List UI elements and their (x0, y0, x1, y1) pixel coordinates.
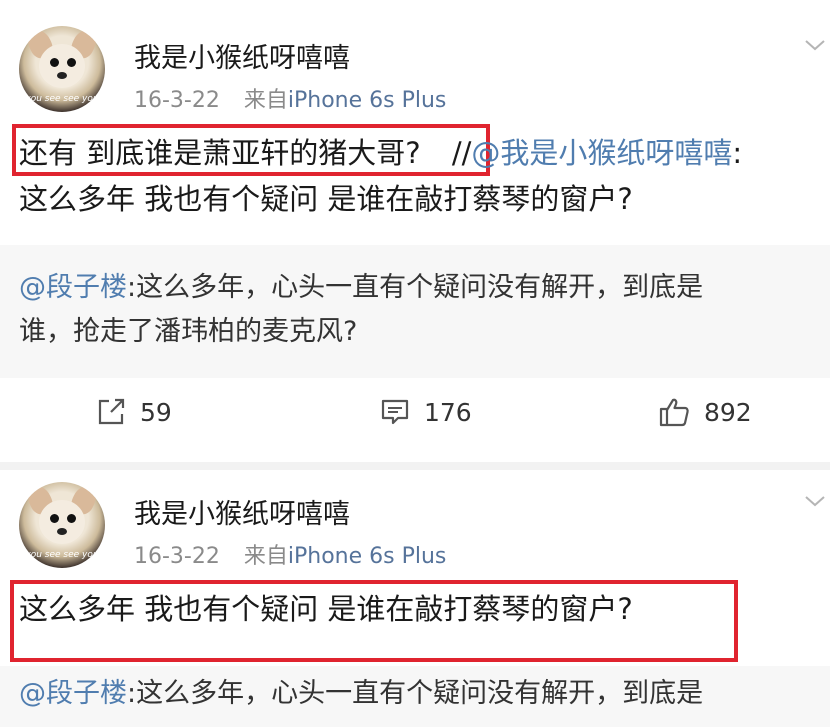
avatar-dog-eye (50, 58, 59, 67)
comment-icon (381, 399, 409, 425)
avatar-caption: you see see you (25, 94, 99, 104)
comment-count: 176 (424, 397, 472, 427)
original-post-line-2: 谁，抢走了潘玮柏的麦克风? (19, 316, 358, 347)
original-post-text: :这么多年，心头一直有个疑问没有解开，到底是 (127, 272, 704, 303)
repost-button[interactable]: 59 (96, 385, 172, 439)
chevron-down-icon[interactable] (804, 38, 826, 52)
mention-link[interactable]: @我是小猴纸呀嘻嘻 (471, 136, 732, 170)
avatar-dog-face (39, 44, 85, 88)
post-meta: 16-3-22 来自iPhone 6s Plus (134, 82, 446, 114)
username[interactable]: 我是小猴纸呀嘻嘻 (134, 492, 350, 531)
username[interactable]: 我是小猴纸呀嘻嘻 (134, 36, 350, 75)
thumbs-up-icon (659, 398, 689, 427)
repost-count: 59 (140, 397, 172, 427)
avatar-dog-eye (50, 514, 59, 523)
original-post-line-1: @段子楼:这么多年，心头一直有个疑问没有解开，到底是 (19, 672, 819, 716)
post-source-prefix: 来自 (243, 88, 288, 113)
avatar-dog-eye (67, 514, 76, 523)
original-post-line-1: @段子楼:这么多年，心头一直有个疑问没有解开，到底是 (19, 266, 819, 310)
comment-button[interactable]: 176 (380, 385, 472, 439)
like-button[interactable]: 892 (658, 385, 752, 439)
post-body-line-1: 还有 到底谁是萧亚轩的猪大哥? //@我是小猴纸呀嘻嘻: (19, 130, 819, 176)
original-post-text: :这么多年，心头一直有个疑问没有解开，到底是 (127, 678, 704, 709)
avatar-dog-face (39, 500, 85, 544)
avatar-dog-nose (57, 72, 67, 79)
post-divider (0, 462, 830, 470)
chevron-down-icon[interactable] (804, 494, 826, 508)
avatar-dog-nose (57, 528, 67, 535)
avatar-caption: you see see you (25, 550, 99, 560)
weibo-post: you see see you 我是小猴纸呀嘻嘻 16-3-22 来自iPhon… (0, 0, 830, 462)
post-body-text: 这么多年 我也有个疑问 是谁在敲打蔡琴的窗户? (19, 592, 633, 626)
original-post-block[interactable]: @段子楼:这么多年，心头一直有个疑问没有解开，到底是 谁，抢走了潘玮柏的麦克风? (0, 245, 830, 378)
user-avatar[interactable]: you see see you (19, 26, 105, 112)
post-source[interactable]: iPhone 6s Plus (288, 544, 447, 569)
post-body-line-2: 这么多年 我也有个疑问 是谁在敲打蔡琴的窗户? (19, 182, 633, 216)
post-date: 16-3-22 (134, 544, 220, 569)
original-author-mention[interactable]: @段子楼 (19, 272, 127, 303)
original-post-block[interactable]: @段子楼:这么多年，心头一直有个疑问没有解开，到底是 (0, 666, 830, 727)
avatar-dog-eye (67, 58, 76, 67)
colon-text: : (732, 136, 743, 170)
post-date: 16-3-22 (134, 88, 220, 113)
weibo-post: you see see you 我是小猴纸呀嘻嘻 16-3-22 来自iPhon… (0, 470, 830, 727)
user-avatar[interactable]: you see see you (19, 482, 105, 568)
share-icon (98, 398, 125, 425)
post-source-prefix: 来自 (243, 544, 288, 569)
post-meta: 16-3-22 来自iPhone 6s Plus (134, 538, 446, 570)
original-author-mention[interactable]: @段子楼 (19, 678, 127, 709)
repost-separator: // (442, 136, 472, 170)
highlighted-text: 还有 到底谁是萧亚轩的猪大哥? (19, 136, 421, 170)
like-count: 892 (704, 397, 752, 427)
action-bar: 59 176 892 (0, 385, 830, 439)
post-source[interactable]: iPhone 6s Plus (288, 88, 447, 113)
